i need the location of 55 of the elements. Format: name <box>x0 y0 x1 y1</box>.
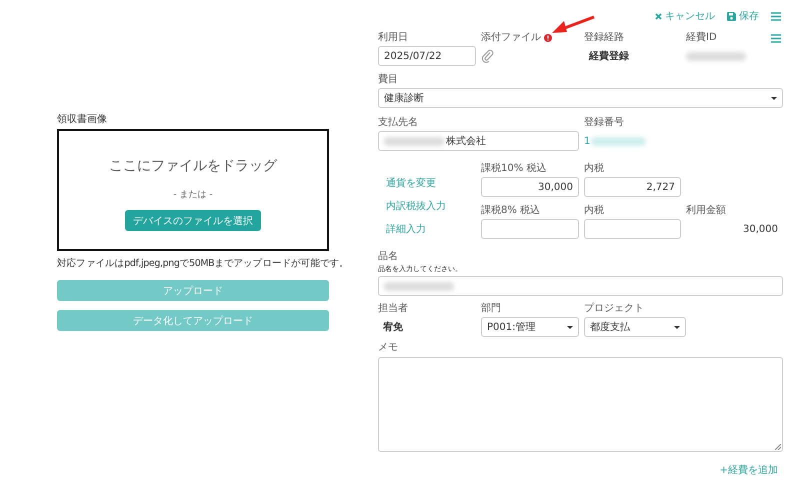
form-link[interactable]: 通貨を変更 <box>386 176 476 190</box>
drop-hint: ここにファイルをドラッグ <box>109 157 277 175</box>
field-label: 費目 <box>378 74 399 86</box>
amount-field[interactable] <box>481 219 579 239</box>
upload-button[interactable]: データ化してアップロード <box>57 310 329 331</box>
or-text: - または - <box>173 189 213 201</box>
field-label: 課税10% 税込 <box>481 163 548 175</box>
upload-button[interactable]: アップロード <box>57 280 329 301</box>
annotation-arrow <box>552 16 595 33</box>
section-label: 領収書画像 <box>57 112 108 126</box>
department-select[interactable]: P001:管理 <box>481 317 579 337</box>
tax-field[interactable]: 2,727 <box>584 177 681 197</box>
field-label: 登録経路 <box>584 32 625 44</box>
total-amount: 30,000 <box>742 224 779 234</box>
field-label: 経費ID <box>686 32 717 44</box>
add-expense-link[interactable]: +経費を追加 <box>720 463 778 477</box>
route-value: 経費登録 <box>588 50 630 63</box>
form-link[interactable]: 内訳税抜入力 <box>386 199 476 213</box>
tax-field[interactable] <box>584 219 681 239</box>
redacted-text <box>686 52 746 60</box>
field-label: 内税 <box>584 205 605 217</box>
redacted-text <box>384 136 444 146</box>
redacted-text <box>591 136 646 146</box>
file-note: 対応ファイルはpdf,jpeg,pngで50MBまでアップロードが可能です。 <box>57 257 349 270</box>
item-field[interactable] <box>378 276 783 296</box>
person-name: 宥免 <box>382 320 404 334</box>
registration-number: 1 <box>584 136 590 146</box>
cancel-button[interactable]: キャンセル <box>655 9 715 23</box>
save-button[interactable]: 保存 <box>727 9 759 23</box>
menu-icon[interactable] <box>771 34 781 42</box>
field-label: 内税 <box>584 163 605 175</box>
date-field[interactable]: 2025/07/22 <box>378 46 476 66</box>
category-select[interactable]: 健康診断 <box>378 88 783 108</box>
close-icon <box>655 12 662 20</box>
resize-handle-icon[interactable] <box>775 444 781 450</box>
field-label: 支払先名 <box>378 117 419 129</box>
paperclip-icon[interactable] <box>481 49 495 63</box>
field-label: 課税8% 税込 <box>481 205 542 217</box>
project-select[interactable]: 都度支払 <box>584 317 686 337</box>
memo-field[interactable] <box>378 357 783 452</box>
field-label: 部門 <box>481 303 502 315</box>
form-link[interactable]: 詳細入力 <box>386 222 476 236</box>
payee-field[interactable]: 株式会社 <box>378 131 579 151</box>
field-label: 添付ファイル <box>481 32 541 44</box>
field-label: 登録番号 <box>584 117 625 129</box>
select-file-button[interactable]: デバイスのファイルを選択 <box>125 210 261 231</box>
menu-icon[interactable] <box>771 12 781 20</box>
field-label: メモ <box>378 342 399 354</box>
field-label: 利用日 <box>378 32 409 44</box>
field-label: 品名 <box>378 251 399 263</box>
field-label: 利用金額 <box>686 205 727 217</box>
field-label: 担当者 <box>378 303 409 315</box>
redacted-text <box>384 282 454 290</box>
field-label: プロジェクト <box>584 303 645 315</box>
amount-field[interactable]: 30,000 <box>481 177 579 197</box>
